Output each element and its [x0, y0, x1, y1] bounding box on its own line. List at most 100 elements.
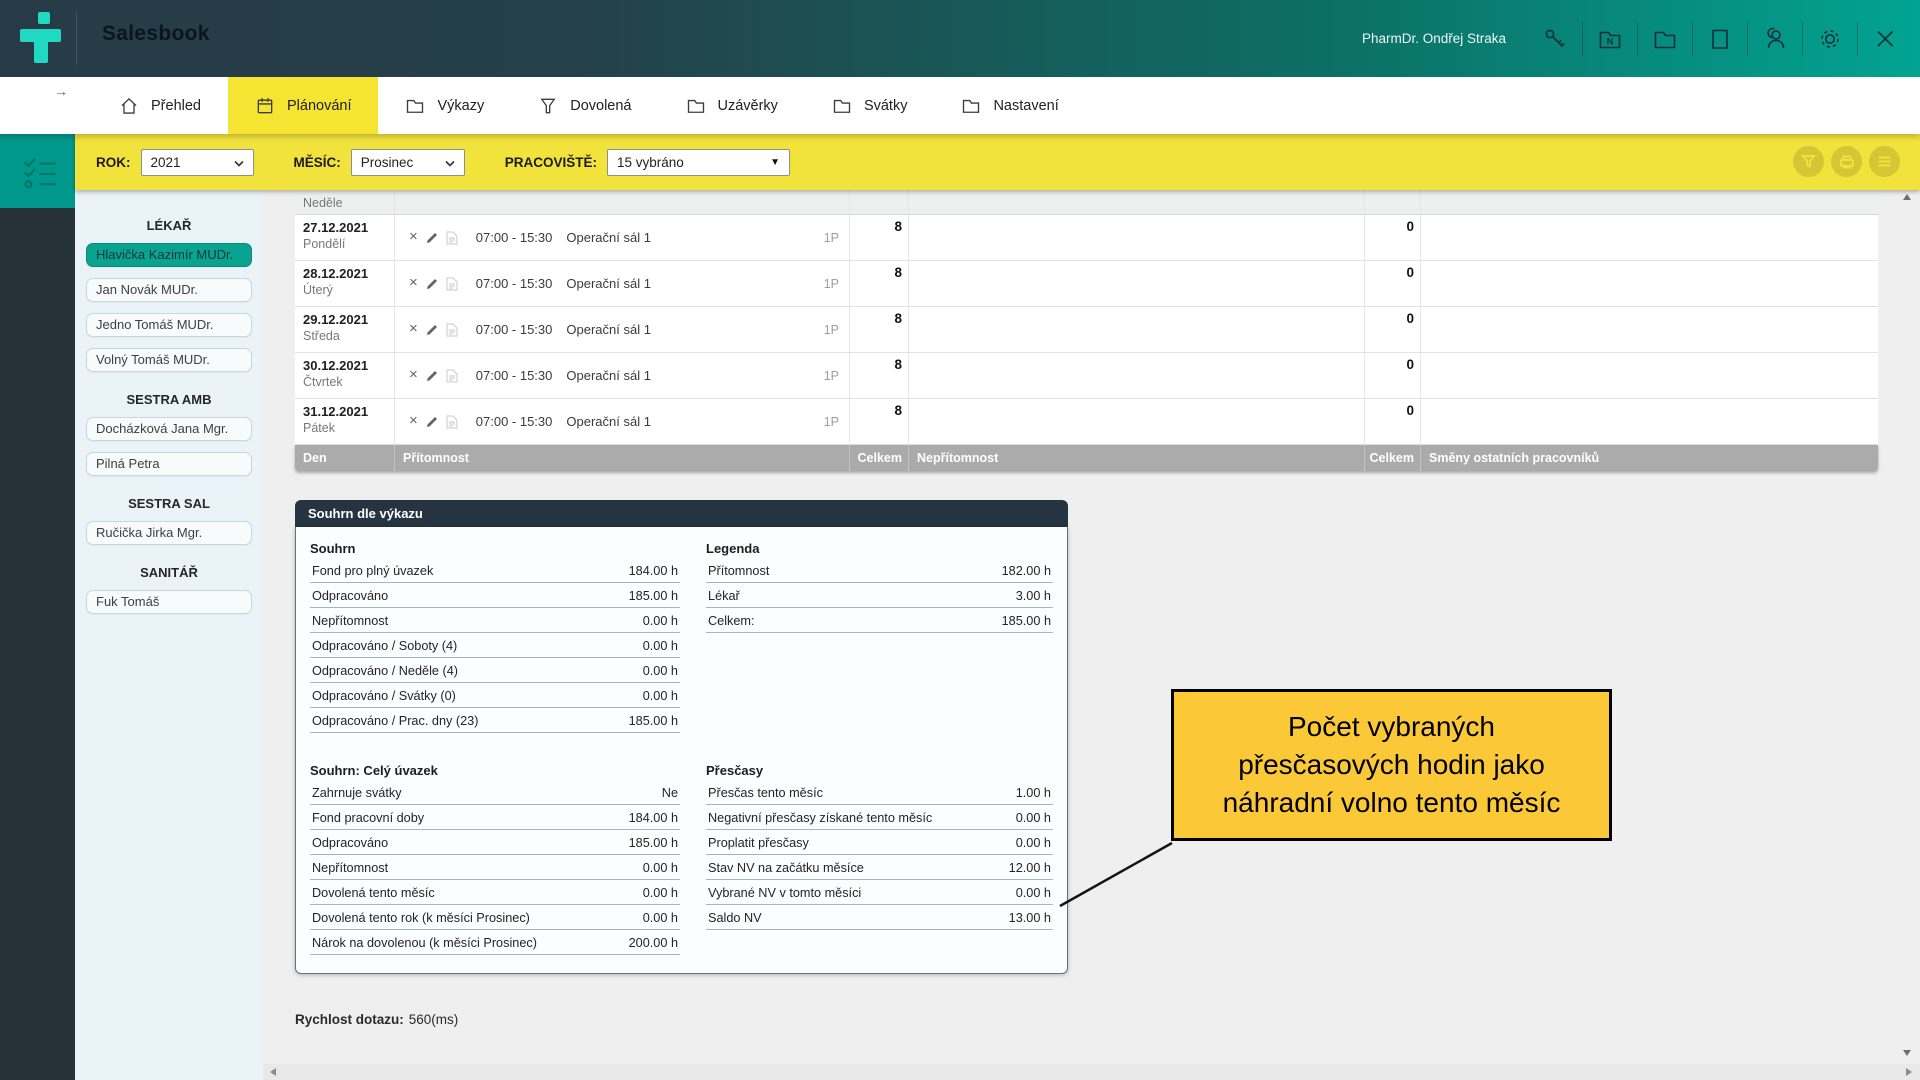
- summary-panel: Souhrn dle výkazu Souhrn Fond pro plný ú…: [295, 500, 1068, 974]
- row-date: 27.12.2021: [303, 220, 386, 235]
- delete-icon[interactable]: ×: [409, 367, 418, 382]
- note-icon[interactable]: [446, 415, 458, 429]
- tab-label: Plánování: [287, 98, 352, 114]
- delete-icon[interactable]: ×: [409, 229, 418, 244]
- sidebar-item-pilna[interactable]: Pilná Petra: [86, 452, 252, 476]
- row-day: Čtvrtek: [303, 375, 386, 389]
- edit-icon[interactable]: [426, 232, 438, 244]
- annotation-line: náhradní volno tento měsíc: [1223, 784, 1561, 822]
- note-icon[interactable]: [446, 277, 458, 291]
- note-icon[interactable]: [446, 369, 458, 383]
- col-den: Den: [295, 445, 394, 471]
- tab-nastaveni[interactable]: Nastavení: [934, 77, 1085, 134]
- rok-value: 2021: [151, 155, 181, 170]
- horizontal-scrollbar[interactable]: [263, 1064, 1920, 1080]
- present-total: 8: [849, 215, 908, 260]
- back-arrow-icon[interactable]: →: [54, 83, 68, 99]
- absence-cell[interactable]: [908, 215, 1364, 260]
- presence-cell[interactable]: × 07:00 - 15:30 Operační sál 1 1P: [394, 353, 849, 398]
- rok-select[interactable]: 2021: [141, 149, 254, 176]
- annotation-connector-line: [1050, 838, 1185, 913]
- shift-time: 07:00 - 15:30: [476, 414, 553, 429]
- tab-prehled[interactable]: Přehled: [92, 77, 228, 134]
- app-window: Salesbook PharmDr. Ondřej Straka N: [0, 0, 1920, 1080]
- delete-icon[interactable]: ×: [409, 321, 418, 336]
- user-icon[interactable]: [1763, 26, 1787, 52]
- summary-label: Odpracováno: [312, 589, 388, 603]
- tab-planovani[interactable]: Plánování: [228, 77, 379, 134]
- tab-uzaverky[interactable]: Uzávěrky: [659, 77, 805, 134]
- presence-cell[interactable]: × 07:00 - 15:30 Operační sál 1 1P: [394, 399, 849, 444]
- absence-cell[interactable]: [908, 307, 1364, 352]
- summary-row: Proplatit přesčasy0.00 h: [706, 830, 1053, 855]
- close-icon[interactable]: [1873, 26, 1897, 52]
- frame-icon[interactable]: [1708, 26, 1732, 52]
- tab-label: Výkazy: [437, 98, 484, 114]
- edit-icon[interactable]: [426, 370, 438, 382]
- edit-icon[interactable]: [426, 324, 438, 336]
- mesic-select[interactable]: Prosinec: [351, 149, 465, 176]
- row-day: Neděle: [303, 196, 343, 210]
- folder-icon[interactable]: [1653, 26, 1677, 52]
- summary-value: 0.00 h: [1016, 811, 1051, 825]
- shift-place: Operační sál 1: [566, 322, 651, 337]
- presence-cell[interactable]: × 07:00 - 15:30 Operační sál 1 1P: [394, 307, 849, 352]
- sidebar-item-rucicka[interactable]: Ručička Jirka Mgr.: [86, 521, 252, 545]
- table-row-partial: 26.12.2021 Neděle: [295, 190, 1878, 215]
- summary-value: 185.00 h: [1002, 614, 1051, 628]
- tab-dovolena[interactable]: Dovolená: [511, 77, 658, 134]
- delete-icon[interactable]: ×: [409, 413, 418, 428]
- key-icon[interactable]: [1543, 26, 1567, 52]
- shift-place: Operační sál 1: [566, 414, 651, 429]
- section-title: Souhrn: Celý úvazek: [310, 763, 680, 778]
- menu-button[interactable]: [1869, 146, 1900, 177]
- summary-label: Dovolená tento měsíc: [312, 886, 435, 900]
- filter-button[interactable]: [1793, 146, 1824, 177]
- edit-icon[interactable]: [426, 278, 438, 290]
- summary-section-prescasy: Přesčasy Přesčas tento měsíc1.00 h Negat…: [706, 753, 1053, 955]
- table-footer-header: Den Přítomnost Celkem Nepřítomnost Celke…: [295, 445, 1878, 471]
- sidebar-item-jedno[interactable]: Jedno Tomáš MUDr.: [86, 313, 252, 337]
- summary-row: Zahrnuje svátkyNe: [310, 780, 680, 805]
- scroll-right-icon[interactable]: [1906, 1068, 1912, 1076]
- note-icon[interactable]: [446, 231, 458, 245]
- tab-vykazy[interactable]: Výkazy: [378, 77, 511, 134]
- absence-cell[interactable]: [908, 261, 1364, 306]
- staff-list-toggle[interactable]: [0, 134, 75, 208]
- col-celkem-2: Celkem: [1364, 445, 1420, 471]
- pracoviste-select[interactable]: 15 vybráno ▼: [607, 149, 790, 176]
- sidebar-item-hlavicka[interactable]: Hlavička Kazimír MUDr.: [86, 243, 252, 267]
- sidebar-item-dochazkova[interactable]: Docházková Jana Mgr.: [86, 417, 252, 441]
- presence-cell[interactable]: × 07:00 - 15:30 Operační sál 1 1P: [394, 261, 849, 306]
- folder-n-icon[interactable]: N: [1598, 26, 1622, 52]
- collapsed-rail: [0, 134, 75, 1080]
- summary-label: Fond pro plný úvazek: [312, 564, 433, 578]
- gear-icon[interactable]: [1818, 26, 1842, 52]
- presence-cell[interactable]: × 07:00 - 15:30 Operační sál 1 1P: [394, 215, 849, 260]
- section-title: Přesčasy: [706, 763, 1053, 778]
- summary-row: Odpracováno185.00 h: [310, 583, 680, 608]
- sidebar-item-novak[interactable]: Jan Novák MUDr.: [86, 278, 252, 302]
- summary-value: 184.00 h: [629, 564, 678, 578]
- absence-cell[interactable]: [908, 399, 1364, 444]
- print-button[interactable]: [1831, 146, 1862, 177]
- sidebar-item-volny[interactable]: Volný Tomáš MUDr.: [86, 348, 252, 372]
- edit-icon[interactable]: [426, 416, 438, 428]
- summary-row: Celkem:185.00 h: [706, 608, 1053, 633]
- absent-total: 0: [1364, 307, 1420, 352]
- summary-row: Nepřítomnost0.00 h: [310, 855, 680, 880]
- user-name: PharmDr. Ondřej Straka: [1362, 31, 1506, 46]
- scroll-down-icon[interactable]: [1903, 1050, 1911, 1056]
- summary-row: Fond pro plný úvazek 184.00 h: [310, 558, 680, 583]
- absence-cell[interactable]: [908, 353, 1364, 398]
- scroll-left-icon[interactable]: [270, 1068, 276, 1076]
- summary-row: Odpracováno / Neděle (4)0.00 h: [310, 658, 680, 683]
- delete-icon[interactable]: ×: [409, 275, 418, 290]
- scroll-up-icon[interactable]: [1903, 194, 1911, 200]
- summary-label: Odpracováno / Prac. dny (23): [312, 714, 478, 728]
- note-icon[interactable]: [446, 323, 458, 337]
- col-celkem: Celkem: [849, 445, 908, 471]
- tab-svatky[interactable]: Svátky: [805, 77, 935, 134]
- svg-text:N: N: [1607, 36, 1614, 46]
- sidebar-item-fuk[interactable]: Fuk Tomáš: [86, 590, 252, 614]
